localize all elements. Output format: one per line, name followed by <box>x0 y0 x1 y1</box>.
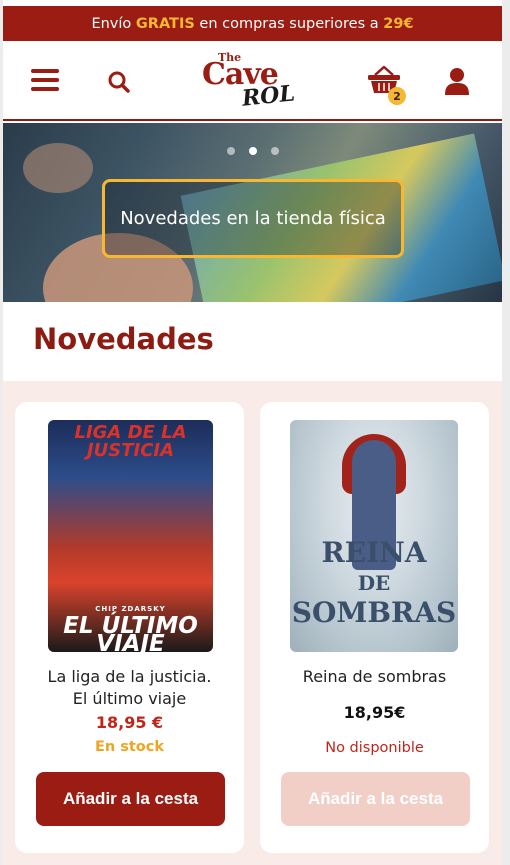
stock-status: No disponible <box>325 740 424 756</box>
site-logo[interactable]: The Cave ROL <box>198 51 308 115</box>
promo-banner: Envío GRATIS en compras superiores a 29€ <box>3 6 502 41</box>
product-price: 18,95€ <box>343 703 406 722</box>
cover-title-bottom: EL ÚLTIMO VIAJE <box>63 613 198 653</box>
product-name-line-2: El último viaje <box>72 689 187 708</box>
carousel-dot-2[interactable] <box>248 147 257 155</box>
product-name-line-1: La liga de la justicia. <box>47 667 212 686</box>
product-name[interactable]: Reina de sombras <box>260 666 489 688</box>
user-icon[interactable] <box>444 67 470 95</box>
add-to-cart-button-disabled[interactable]: Añadir a la cesta <box>281 772 470 826</box>
cover-title-line-2: DE <box>357 571 391 595</box>
product-cover-image[interactable]: REINA DE SOMBRAS <box>290 420 458 652</box>
menu-icon[interactable] <box>31 69 59 91</box>
cover-title-line-1: REINA <box>321 536 427 569</box>
carousel-dots <box>3 147 502 155</box>
cover-author: CHIP ZDARSKY <box>95 605 166 613</box>
hero-carousel[interactable]: Novedades en la tienda física <box>3 123 502 302</box>
hero-cta-button[interactable]: Novedades en la tienda física <box>102 179 404 258</box>
cover-title: REINA DE SOMBRAS <box>290 538 458 628</box>
product-card[interactable]: LIGA DE LA JUSTICIA CHIP ZDARSKY EL ÚLTI… <box>15 402 244 853</box>
product-name[interactable]: La liga de la justicia. El último viaje <box>15 666 244 710</box>
cart-count-badge: 2 <box>388 87 406 105</box>
product-card[interactable]: REINA DE SOMBRAS Reina de sombras 18,95€… <box>260 402 489 853</box>
cover-title-top: LIGA DE LA JUSTICIA <box>74 422 187 461</box>
promo-highlight: GRATIS <box>135 15 195 32</box>
search-icon[interactable] <box>108 71 130 93</box>
section-title: Novedades <box>33 322 214 356</box>
promo-middle: en compras superiores a <box>199 15 379 32</box>
product-price: 18,95 € <box>95 713 164 732</box>
product-cover-image[interactable]: LIGA DE LA JUSTICIA CHIP ZDARSKY EL ÚLTI… <box>48 420 213 652</box>
cover-title-line-3: SOMBRAS <box>291 596 457 629</box>
carousel-dot-1[interactable] <box>226 147 235 155</box>
logo-rol: ROL <box>240 80 297 112</box>
carousel-dot-3[interactable] <box>270 147 279 155</box>
promo-prefix: Envío <box>91 15 132 32</box>
site-header: The Cave ROL 2 <box>3 41 502 121</box>
home-page: Envío GRATIS en compras superiores a 29€… <box>3 0 502 865</box>
stock-status: En stock <box>94 739 165 755</box>
promo-amount: 29€ <box>383 15 414 32</box>
add-to-cart-button[interactable]: Añadir a la cesta <box>36 772 225 826</box>
